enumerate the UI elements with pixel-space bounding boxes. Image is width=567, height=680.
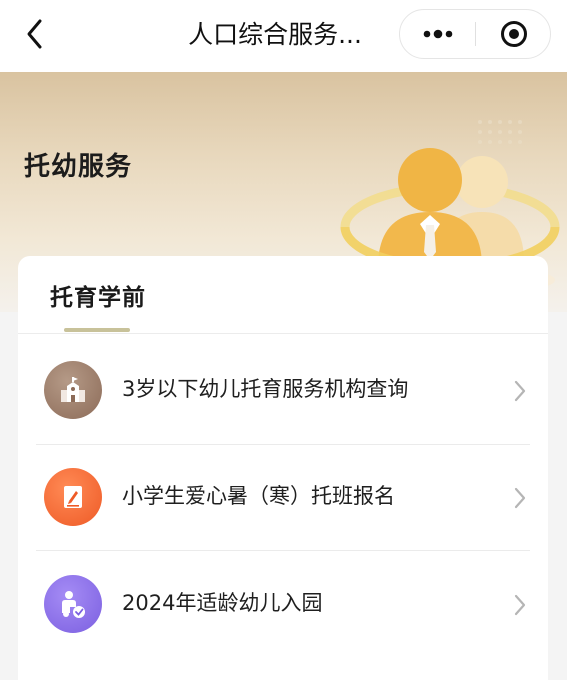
close-mini-program-button[interactable]: [476, 10, 551, 58]
tab-active-indicator: [64, 328, 130, 332]
more-dots-icon: [423, 29, 453, 39]
list-item-label: 3岁以下幼儿托育服务机构查询: [122, 377, 409, 401]
list-item-label: 小学生爱心暑（寒）托班报名: [122, 484, 395, 508]
card-divider: [18, 333, 548, 334]
more-button[interactable]: [400, 10, 476, 58]
mini-program-capsule: [399, 9, 551, 59]
chevron-right-icon: [514, 380, 526, 402]
building-icon: [44, 361, 102, 419]
list-item-kindergarten-enrollment[interactable]: 2024年适龄幼儿入园: [18, 552, 548, 657]
chevron-right-icon: [514, 487, 526, 509]
chevron-left-icon: [27, 19, 42, 49]
list-item-label: 2024年适龄幼儿入园: [122, 591, 323, 615]
child-care-icon: [44, 575, 102, 633]
tab-childcare-preschool[interactable]: 托育学前: [50, 278, 146, 312]
list-divider: [36, 550, 530, 551]
page-title: 人口综合服务...: [188, 20, 362, 49]
back-button[interactable]: [18, 17, 52, 51]
list-item-summer-winter-class-signup[interactable]: 小学生爱心暑（寒）托班报名: [18, 445, 548, 550]
banner-title: 托幼服务: [24, 152, 133, 182]
edit-form-icon: [44, 468, 102, 526]
chevron-right-icon: [514, 594, 526, 616]
navigation-bar: 人口综合服务...: [0, 0, 567, 72]
target-close-icon: [500, 21, 527, 47]
service-card: 托育学前 3岁以下幼儿托育服务机构查询 小学生爱心暑（寒）托班报名 2024年适…: [18, 256, 548, 680]
list-item-childcare-institution-query[interactable]: 3岁以下幼儿托育服务机构查询: [18, 338, 548, 443]
